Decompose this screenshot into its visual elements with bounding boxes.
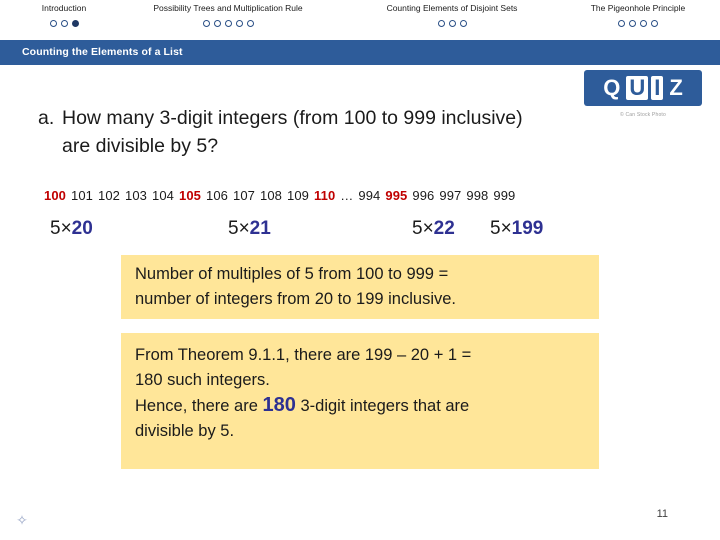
number-item: 108 xyxy=(260,188,282,203)
nav-dot[interactable] xyxy=(459,20,467,27)
nav-dot[interactable] xyxy=(640,20,647,27)
callout1-line2: number of integers from 20 to 199 inclus… xyxy=(135,290,457,308)
nav-progress-dots xyxy=(568,20,708,27)
multiple-expression: 5×22 xyxy=(412,218,455,240)
top-navigation-bar: Introduction Possibility Trees and Multi… xyxy=(0,0,720,40)
callout2-line2: 180 such integers. xyxy=(135,371,270,389)
nav-dot[interactable] xyxy=(651,20,658,27)
number-item: 109 xyxy=(287,188,309,203)
callout2-line3: Hence, there are 180 3-digit integers th… xyxy=(135,393,585,419)
number-item: 999 xyxy=(493,188,516,203)
multiple-expression: 5×20 xyxy=(50,218,93,240)
page-number: 11 xyxy=(656,508,668,520)
callout2-line4: divisible by 5. xyxy=(135,422,235,440)
quiz-letter-q: Q xyxy=(603,75,621,100)
multiple-prefix: 5× xyxy=(50,218,72,239)
multiple-value: 21 xyxy=(249,218,271,239)
callout-box-count-equivalence: Number of multiples of 5 from 100 to 999… xyxy=(121,255,599,319)
nav-progress-dots xyxy=(356,20,548,27)
footer-ornament-icon: ✧ xyxy=(16,512,28,528)
question-text: How many 3-digit integers (from 100 to 9… xyxy=(62,107,523,157)
nav-group-disjoint-sets[interactable]: Counting Elements of Disjoint Sets xyxy=(356,2,548,27)
nav-group-title: Counting Elements of Disjoint Sets xyxy=(386,3,518,13)
quiz-logo-caption: © Can Stock Photo xyxy=(620,112,666,118)
nav-dot[interactable] xyxy=(213,20,221,27)
nav-progress-dots xyxy=(118,20,338,27)
nav-dot[interactable] xyxy=(60,20,68,27)
nav-group-title: Introduction xyxy=(41,3,87,13)
number-item: 107 xyxy=(233,188,255,203)
nav-dot[interactable] xyxy=(49,20,57,27)
number-item: 110 xyxy=(314,188,336,203)
nav-dot[interactable] xyxy=(235,20,243,27)
nav-progress-dots xyxy=(14,20,114,27)
section-title: Counting the Elements of a List xyxy=(22,46,183,58)
multiple-expression: 5×199 xyxy=(490,218,543,240)
number-item: 103 xyxy=(125,188,147,203)
multiples-row: 5×20 5×21 5×22 5×199 xyxy=(0,218,720,248)
nav-dot-active[interactable] xyxy=(71,20,79,27)
nav-dot[interactable] xyxy=(618,20,625,27)
number-item: 102 xyxy=(98,188,120,203)
number-item: 994 xyxy=(358,188,381,203)
callout2-line1: From Theorem 9.1.1, there are 199 – 20 +… xyxy=(135,346,472,364)
callout2-line3-suffix: 3-digit integers that are xyxy=(300,397,470,415)
nav-dot[interactable] xyxy=(448,20,456,27)
section-title-bar: Counting the Elements of a List xyxy=(0,40,720,65)
callout1-line1: Number of multiples of 5 from 100 to 999… xyxy=(135,265,449,283)
multiple-prefix: 5× xyxy=(490,218,512,239)
callout-box-theorem-result: From Theorem 9.1.1, there are 199 – 20 +… xyxy=(121,333,599,469)
number-item: 998 xyxy=(466,188,489,203)
quiz-letter-z: Z xyxy=(669,75,683,100)
multiple-value: 22 xyxy=(433,218,455,239)
number-item: 106 xyxy=(206,188,228,203)
callout2-answer-value: 180 xyxy=(262,394,296,416)
quiz-letter-i: I xyxy=(651,76,664,100)
multiple-expression: 5×21 xyxy=(228,218,271,240)
question-block: a. How many 3-digit integers (from 100 to… xyxy=(38,104,578,160)
number-item: 996 xyxy=(412,188,435,203)
callout2-line3-prefix: Hence, there are xyxy=(135,397,258,415)
nav-group-title: The Pigeonhole Principle xyxy=(590,3,686,13)
number-item: 104 xyxy=(152,188,174,203)
number-item: 105 xyxy=(179,188,201,203)
number-item: 101 xyxy=(71,188,93,203)
nav-group-possibility-trees[interactable]: Possibility Trees and Multiplication Rul… xyxy=(118,2,338,27)
number-item: 100 xyxy=(44,188,66,203)
multiple-prefix: 5× xyxy=(228,218,250,239)
nav-dot[interactable] xyxy=(437,20,445,27)
multiple-value: 199 xyxy=(511,218,544,239)
nav-group-title: Possibility Trees and Multiplication Rul… xyxy=(153,3,303,13)
number-item: 997 xyxy=(439,188,462,203)
quiz-logo: Q U I Z xyxy=(584,70,702,106)
multiple-prefix: 5× xyxy=(412,218,434,239)
nav-group-pigeonhole-principle[interactable]: The Pigeonhole Principle xyxy=(568,2,708,27)
number-item: 995 xyxy=(385,188,408,203)
question-label: a. xyxy=(38,107,55,129)
number-sequence-list: 100 101 102 103 104 105 106 107 108 109 110 … 994 995… xyxy=(44,188,684,203)
nav-dot[interactable] xyxy=(202,20,210,27)
quiz-letter-u: U xyxy=(626,76,649,100)
nav-dot[interactable] xyxy=(224,20,232,27)
number-item: … xyxy=(340,188,354,203)
nav-dot[interactable] xyxy=(629,20,636,27)
multiple-value: 20 xyxy=(71,218,93,239)
nav-group-introduction[interactable]: Introduction xyxy=(14,2,114,27)
nav-dot[interactable] xyxy=(246,20,254,27)
